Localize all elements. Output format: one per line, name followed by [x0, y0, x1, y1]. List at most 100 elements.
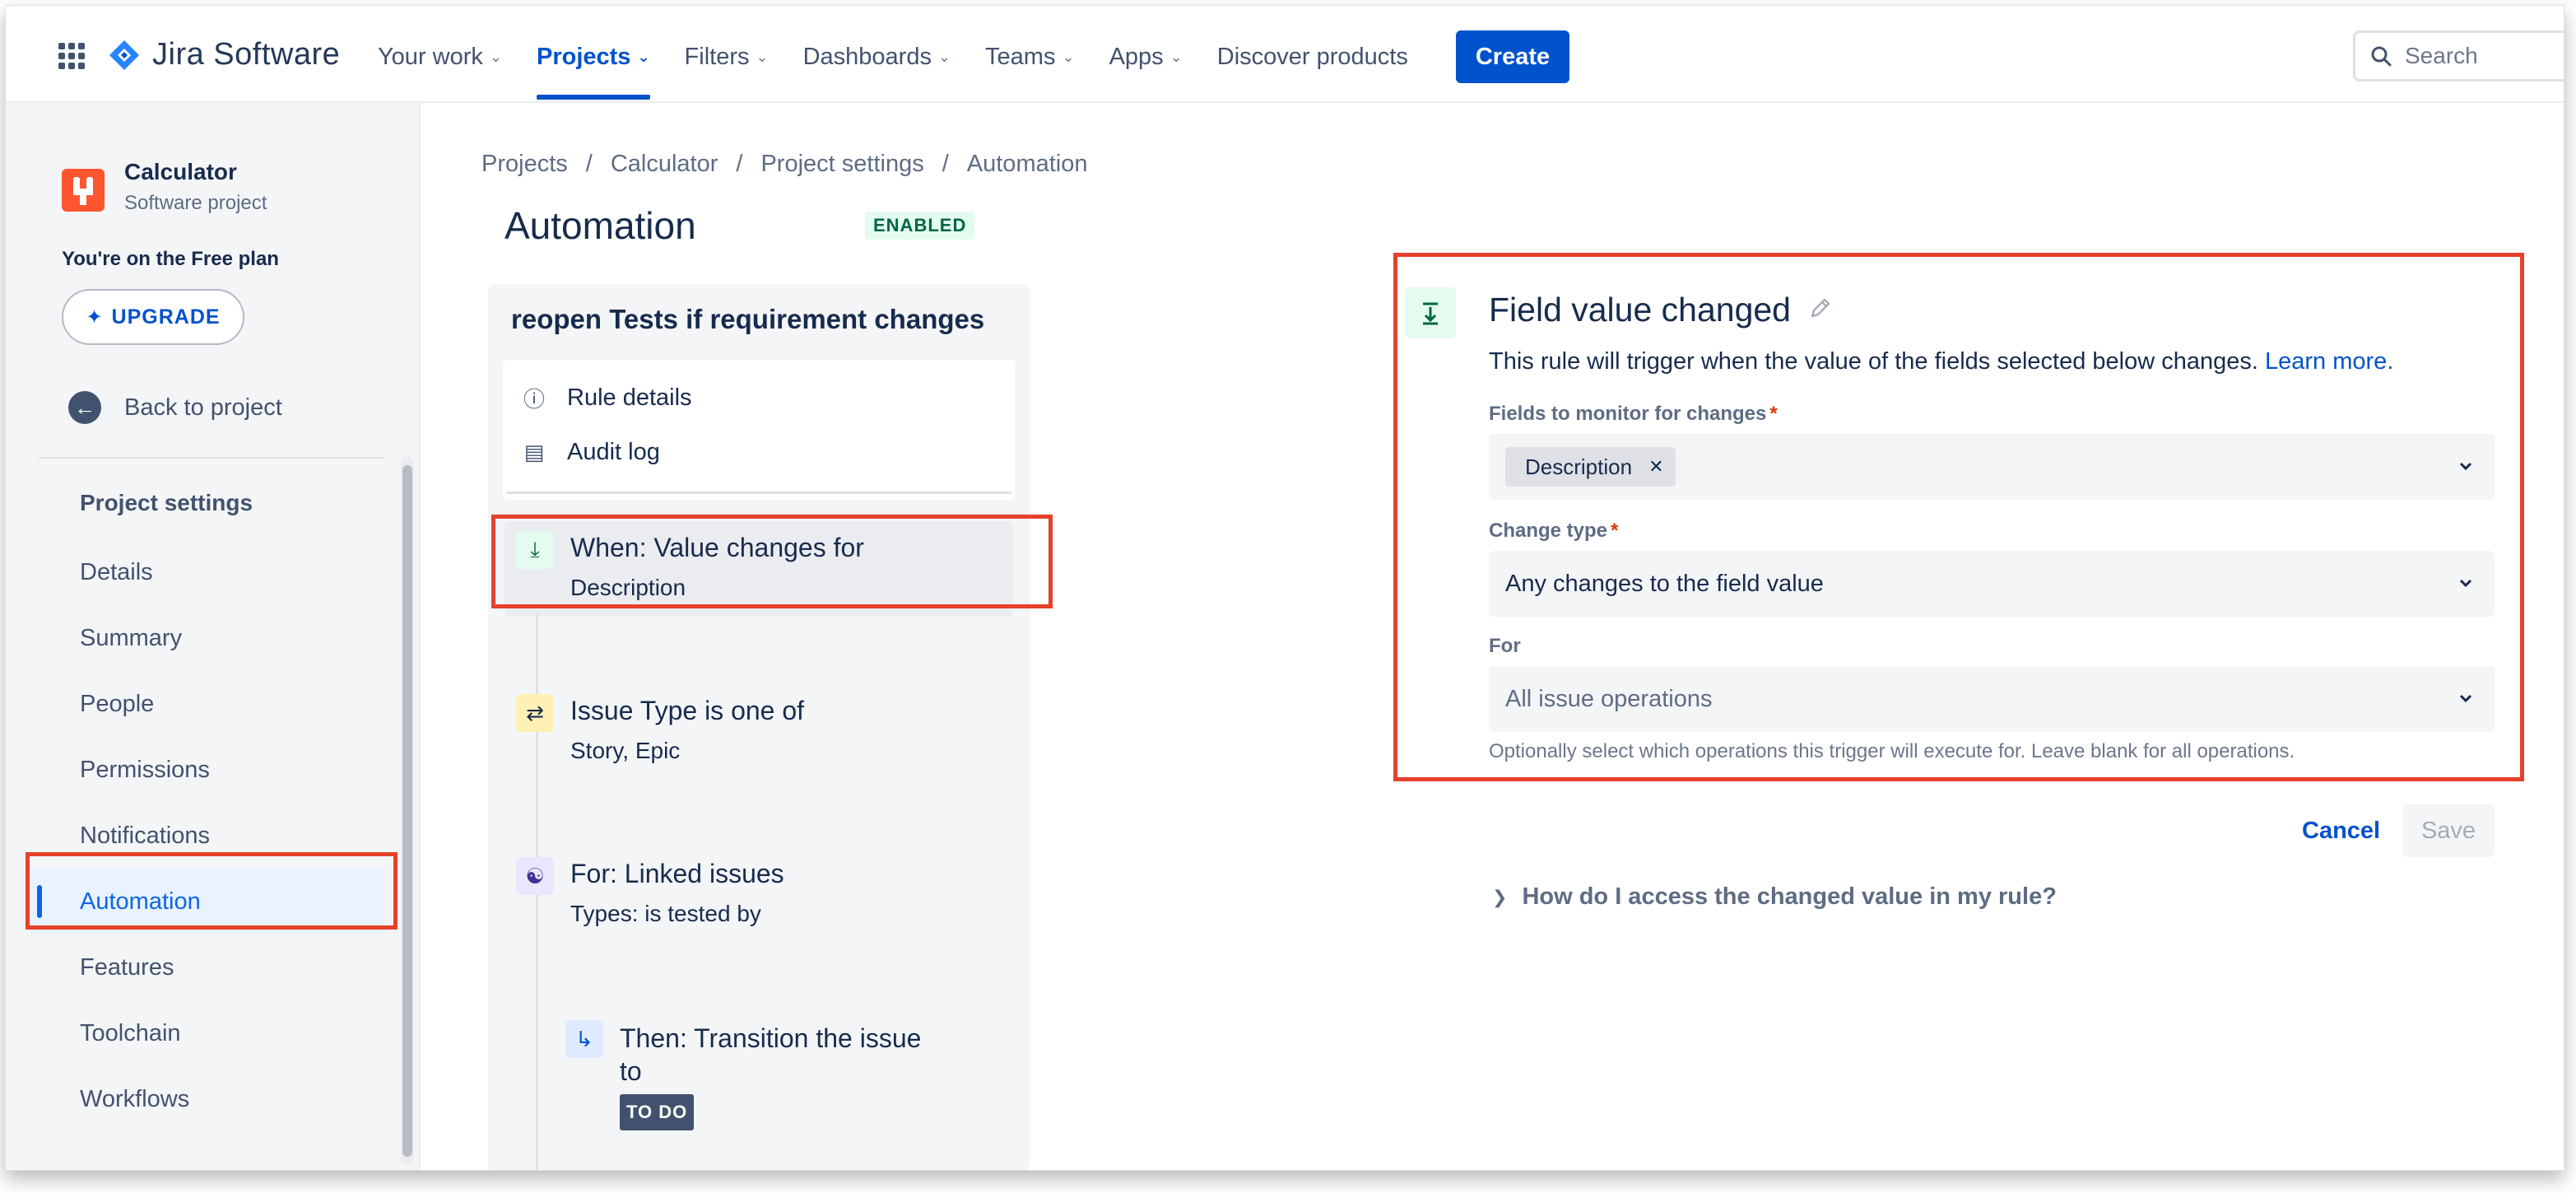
chevron-right-icon: ❯	[1492, 886, 1508, 907]
audit-log-link[interactable]: ▤ Audit log	[523, 439, 660, 466]
nav-discover-products[interactable]: Discover products	[1217, 35, 1408, 78]
rule-title[interactable]: reopen Tests if requirement changes	[511, 304, 984, 335]
change-type-label-text: Change type	[1489, 520, 1608, 542]
brand-name: Jira Software	[152, 37, 341, 72]
required-mark: *	[1769, 403, 1778, 425]
sidebar-item-features[interactable]: Features	[30, 934, 384, 1000]
branch-subtitle: Types: is tested by	[570, 901, 761, 926]
rule-details-link[interactable]: ⓘ Rule details	[523, 383, 692, 413]
fields-label: Fields to monitor for changes *	[1489, 403, 1778, 426]
sidebar-item-toolchain[interactable]: Toolchain	[30, 1000, 384, 1066]
breadcrumb-project-settings[interactable]: Project settings	[760, 151, 923, 178]
breadcrumb-automation[interactable]: Automation	[967, 151, 1088, 178]
howto-expander[interactable]: ❯ How do I access the changed value in m…	[1492, 883, 2057, 911]
trigger-subtitle: Description	[570, 575, 686, 600]
project-type: Software project	[124, 192, 267, 214]
config-title-text: Field value changed	[1489, 291, 1791, 329]
create-button[interactable]: Create	[1456, 30, 1569, 83]
rule-panel: reopen Tests if requirement changes ⓘ Ru…	[488, 284, 1030, 1170]
jira-logo[interactable]: Jira Software	[108, 37, 340, 72]
action-title-line-2: to	[620, 1056, 642, 1086]
for-help-text: Optionally select which operations this …	[1489, 740, 2295, 762]
arrow-left-icon: ←	[68, 391, 101, 424]
breadcrumb-separator: /	[585, 151, 593, 177]
for-label: For	[1489, 635, 1521, 657]
branch-title: For: Linked issues	[570, 859, 784, 888]
sidebar-item-workflows[interactable]: Workflows	[30, 1066, 384, 1132]
remove-icon[interactable]: ✕	[1648, 456, 1663, 478]
back-to-project-link[interactable]: ← Back to project	[68, 391, 282, 424]
sidebar-item-notifications[interactable]: Notifications	[30, 803, 384, 869]
field-chip[interactable]: Description ✕	[1505, 447, 1676, 487]
rule-details-label: Rule details	[567, 384, 692, 411]
app-switcher-icon[interactable]	[58, 43, 85, 69]
chevron-down-icon: ⌄	[489, 48, 502, 65]
back-label: Back to project	[124, 394, 282, 421]
nav-dashboards[interactable]: Dashboards ⌄	[803, 35, 951, 78]
chevron-down-icon	[2459, 694, 2472, 703]
fields-label-text: Fields to monitor for changes	[1489, 403, 1767, 425]
for-select[interactable]: All issue operations	[1489, 666, 2495, 732]
chevron-down-icon: ⌄	[637, 48, 650, 65]
transition-icon: ↳	[565, 1020, 603, 1058]
for-placeholder: All issue operations	[1505, 685, 1713, 712]
rule-step-trigger[interactable]: When: Value changes for Description	[570, 533, 864, 601]
plan-text: You're on the Free plan	[62, 248, 279, 270]
chevron-down-icon	[2459, 579, 2472, 588]
sidebar-item-summary[interactable]: Summary	[30, 605, 384, 671]
document-icon: ▤	[523, 440, 545, 464]
sidebar-item-people[interactable]: People	[30, 671, 384, 737]
chevron-down-icon: ⌄	[937, 48, 951, 65]
project-name[interactable]: Calculator	[124, 159, 237, 185]
rule-step-branch[interactable]: For: Linked issues Types: is tested by	[570, 859, 784, 927]
cancel-button[interactable]: Cancel	[2302, 818, 2380, 845]
trigger-title: When: Value changes for	[570, 533, 864, 562]
search-input[interactable]: Search	[2353, 30, 2564, 82]
config-description: This rule will trigger when the value of…	[1489, 348, 2393, 375]
nav-teams[interactable]: Teams ⌄	[985, 35, 1075, 78]
breadcrumb-calculator[interactable]: Calculator	[611, 151, 718, 178]
chevron-down-icon: ⌄	[1169, 48, 1183, 65]
project-avatar-icon	[62, 169, 105, 212]
nav-apps[interactable]: Apps ⌄	[1109, 35, 1183, 78]
search-icon	[2371, 46, 2392, 67]
config-title: Field value changed	[1489, 291, 1834, 329]
divider	[506, 492, 1011, 494]
learn-more-link[interactable]: Learn more.	[2265, 348, 2393, 375]
sparkle-icon: ✦	[86, 305, 104, 329]
rule-step-condition[interactable]: Issue Type is one of Story, Epic	[570, 696, 804, 764]
change-type-label: Change type *	[1489, 520, 1618, 543]
change-type-value: Any changes to the field value	[1505, 570, 1824, 597]
rule-step-action[interactable]: Then: Transition the issue to TO DO	[620, 1022, 921, 1130]
rule-menu: ⓘ Rule details ▤ Audit log	[503, 360, 1015, 500]
breadcrumb-projects[interactable]: Projects	[481, 151, 568, 178]
nav-your-work[interactable]: Your work ⌄	[378, 35, 502, 78]
sidebar-item-details[interactable]: Details	[30, 539, 384, 605]
shuffle-icon: ⇄	[516, 694, 554, 732]
edit-pencil-icon[interactable]	[1807, 291, 1834, 329]
audit-log-label: Audit log	[567, 439, 660, 465]
sidebar-item-automation[interactable]: Automation	[30, 869, 384, 934]
upgrade-button[interactable]: ✦ UPGRADE	[62, 289, 244, 345]
nav-items: Your work ⌄ Projects ⌄ Filters ⌄ Dashboards…	[378, 35, 1443, 100]
info-icon: ⓘ	[523, 387, 545, 412]
page-title: Automation	[505, 204, 696, 247]
project-sidebar: Calculator Software project You're on th…	[6, 103, 421, 1170]
sidebar-item-permissions[interactable]: Permissions	[30, 737, 384, 803]
settings-nav-list: Details Summary People Permissions Notif…	[30, 539, 384, 1132]
browser-window: Jira Software Your work ⌄ Projects ⌄ Filte…	[5, 5, 2564, 1171]
save-button[interactable]: Save	[2402, 804, 2495, 857]
change-type-select[interactable]: Any changes to the field value	[1489, 551, 2495, 617]
upgrade-label: UPGRADE	[111, 305, 221, 329]
nav-projects[interactable]: Projects ⌄	[536, 35, 650, 100]
sidebar-scrollbar-thumb[interactable]	[402, 465, 412, 1157]
nav-filters[interactable]: Filters ⌄	[685, 35, 769, 78]
field-changed-icon	[1405, 287, 1456, 338]
condition-subtitle: Story, Epic	[570, 738, 681, 763]
field-chip-label: Description	[1525, 454, 1633, 479]
breadcrumb: Projects / Calculator / Project settings…	[481, 151, 1105, 178]
divider	[39, 457, 384, 459]
jira-diamond-icon	[108, 39, 141, 72]
top-navigation: Jira Software Your work ⌄ Projects ⌄ Filte…	[6, 6, 2564, 103]
fields-select[interactable]: Description ✕	[1489, 434, 2495, 500]
